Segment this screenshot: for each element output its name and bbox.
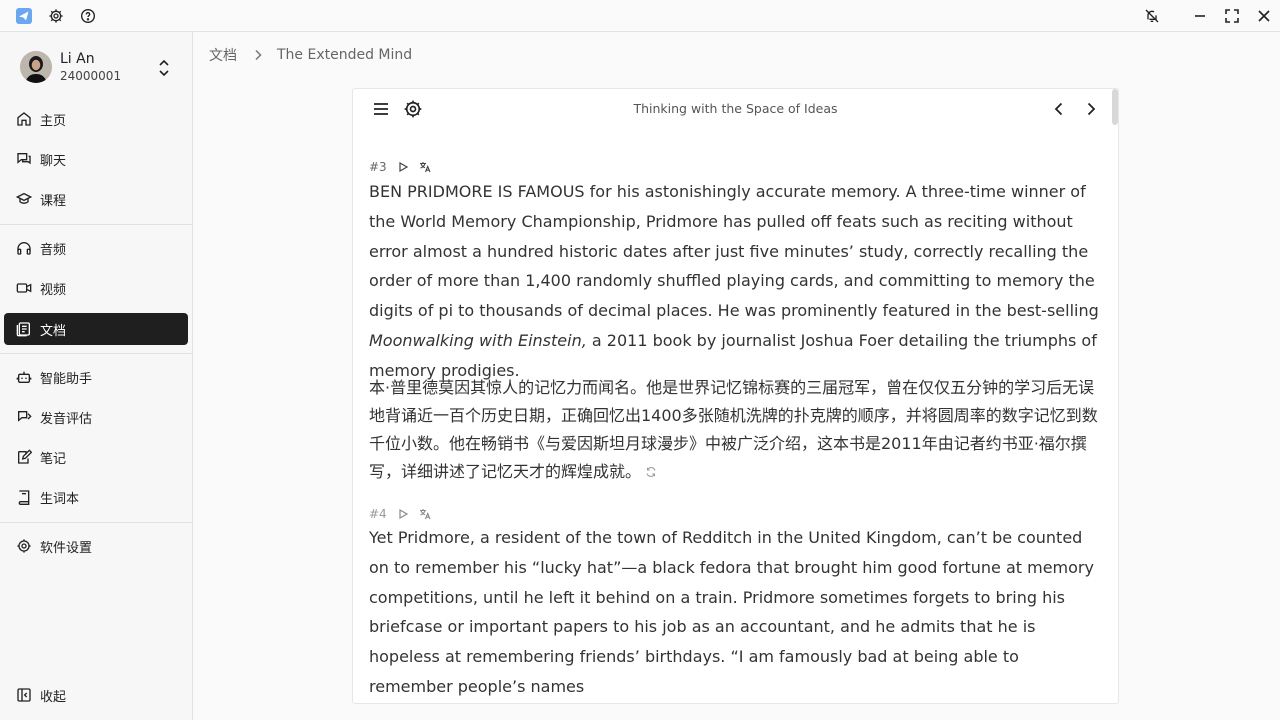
gear-icon [16, 538, 32, 554]
sidebar-item-label: 生词本 [40, 492, 80, 507]
paragraph-meta: #3 [369, 159, 431, 175]
play-icon[interactable] [397, 508, 409, 520]
avatar [20, 51, 52, 83]
play-icon[interactable] [397, 161, 409, 173]
headphones-icon [16, 240, 32, 256]
minimize-icon[interactable] [1190, 6, 1210, 26]
sidebar-collapse-label: 收起 [40, 690, 67, 705]
breadcrumb-root[interactable]: 文档 [209, 45, 237, 65]
title-bar [0, 0, 1280, 32]
sidebar-item-documents[interactable]: 文档 [4, 313, 188, 345]
divider [0, 353, 192, 354]
sidebar-item-label: 软件设置 [40, 541, 93, 556]
sidebar-item-home[interactable]: 主页 [4, 103, 188, 135]
chat-icon [16, 151, 32, 167]
paragraph-english: BEN PRIDMORE IS FAMOUS for his astonishi… [369, 182, 1099, 380]
chevron-right-icon [253, 49, 263, 61]
chevron-left-icon[interactable] [1049, 99, 1069, 119]
chevron-right-icon[interactable] [1081, 99, 1101, 119]
sidebar-item-label: 课程 [40, 194, 67, 209]
sidebar-item-chat[interactable]: 聊天 [4, 143, 188, 175]
collapse-sidebar-icon [16, 687, 32, 703]
book-title: Moonwalking with Einstein, [369, 330, 587, 350]
sidebar-item-video[interactable]: 视频 [4, 272, 188, 304]
user-profile[interactable]: Li An 24000001 [20, 51, 180, 87]
gear-icon[interactable] [46, 6, 66, 26]
help-icon[interactable] [78, 6, 98, 26]
divider [0, 522, 192, 523]
bot-icon [16, 369, 32, 385]
document-reader: Thinking with the Space of Ideas #3 BEN … [352, 88, 1119, 704]
sidebar-item-settings[interactable]: 软件设置 [4, 530, 188, 562]
paragraph-number: #3 [369, 160, 387, 174]
user-name: Li An [60, 51, 95, 67]
sidebar-item-pronunciation[interactable]: 发音评估 [4, 401, 188, 433]
speech-icon [16, 409, 32, 425]
fullscreen-icon[interactable] [1222, 6, 1242, 26]
sidebar-item-label: 音频 [40, 243, 67, 258]
close-icon[interactable] [1254, 6, 1274, 26]
scrollbar[interactable] [1112, 89, 1118, 125]
reader-title: Thinking with the Space of Ideas [633, 101, 838, 116]
graduation-cap-icon [15, 191, 33, 207]
sidebar-item-courses[interactable]: 课程 [4, 183, 188, 215]
sidebar-item-label: 笔记 [40, 452, 67, 467]
paragraph-number: #4 [369, 507, 387, 521]
sidebar-collapse-button[interactable]: 收起 [4, 679, 188, 711]
sidebar-item-notes[interactable]: 笔记 [4, 441, 188, 473]
user-id: 24000001 [60, 69, 122, 83]
sidebar-item-audio[interactable]: 音频 [4, 232, 188, 264]
sidebar-item-label: 主页 [40, 114, 67, 129]
sidebar-item-vocabulary[interactable]: 生词本 [4, 481, 188, 513]
home-icon [16, 111, 32, 127]
sidebar-item-label: 视频 [40, 283, 67, 298]
translate-icon[interactable] [419, 161, 431, 173]
video-icon [16, 280, 32, 296]
sidebar-item-label: 智能助手 [40, 372, 93, 387]
paragraph-english: Yet Pridmore, a resident of the town of … [369, 528, 1094, 696]
sidebar-item-label: 聊天 [40, 154, 67, 169]
breadcrumb-current: The Extended Mind [277, 47, 413, 63]
sidebar: Li An 24000001 主页 聊天 课程 音频 视频 文档 智能助手 发音… [0, 32, 193, 720]
sidebar-item-assistant[interactable]: 智能助手 [4, 361, 188, 393]
chevron-up-down-icon[interactable] [157, 58, 171, 78]
paragraph-meta: #4 [369, 506, 431, 522]
sidebar-item-label: 发音评估 [40, 412, 93, 427]
paragraph-translation: 本·普里德莫因其惊人的记忆力而闻名。他是世界记忆锦标赛的三届冠军，曾在仅仅五分钟… [369, 378, 1098, 481]
bell-off-icon[interactable] [1142, 6, 1162, 26]
translate-icon[interactable] [419, 508, 431, 520]
send-icon[interactable] [14, 6, 34, 26]
divider [0, 224, 192, 225]
document-icon [16, 321, 32, 337]
reader-toolbar: Thinking with the Space of Ideas [353, 89, 1118, 129]
book-icon [16, 489, 32, 505]
note-icon [16, 449, 33, 465]
breadcrumb: 文档 The Extended Mind [209, 45, 412, 65]
refresh-icon[interactable] [645, 459, 657, 477]
sidebar-item-label: 文档 [40, 324, 67, 339]
